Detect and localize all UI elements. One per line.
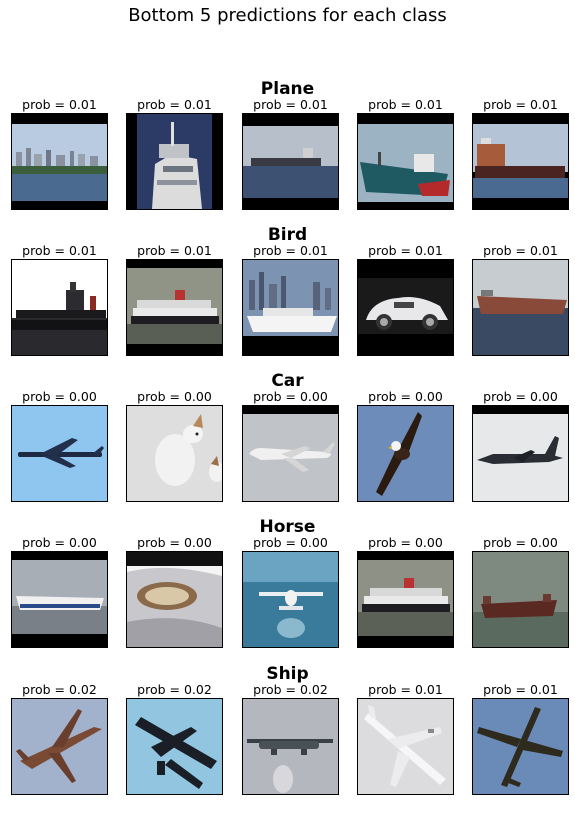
class-title: Ship xyxy=(266,664,309,684)
thumbnail-image xyxy=(357,551,454,648)
probability-label: prob = 0.00 xyxy=(368,389,443,404)
probability-label: prob = 0.00 xyxy=(137,389,212,404)
thumbnail-image xyxy=(11,113,108,210)
prediction-cell: prob = 0.02 xyxy=(242,682,339,795)
probability-label: prob = 0.02 xyxy=(22,682,97,697)
probability-label: prob = 0.00 xyxy=(483,535,558,550)
prediction-cell: prob = 0.01 xyxy=(11,97,108,210)
prediction-cell: prob = 0.00 xyxy=(472,389,569,502)
probability-label: prob = 0.01 xyxy=(22,97,97,112)
figure-title: Bottom 5 predictions for each class xyxy=(128,5,447,26)
thumbnail-image xyxy=(11,259,108,356)
thumbnail-image xyxy=(242,259,339,356)
thumbnail-image xyxy=(126,405,223,502)
probability-label: prob = 0.00 xyxy=(368,535,443,550)
probability-label: prob = 0.01 xyxy=(253,243,328,258)
prediction-cell: prob = 0.00 xyxy=(242,389,339,502)
thumbnail-image xyxy=(242,551,339,648)
prediction-cell: prob = 0.01 xyxy=(472,682,569,795)
thumbnail-image xyxy=(472,551,569,648)
thumbnail-image xyxy=(11,698,108,795)
prediction-cell: prob = 0.01 xyxy=(357,682,454,795)
thumbnail-image xyxy=(126,551,223,648)
prediction-cell: prob = 0.00 xyxy=(11,535,108,648)
prediction-cell: prob = 0.01 xyxy=(472,243,569,356)
class-row-plane: Plane prob = 0.01 prob = 0.01 prob = 0.0… xyxy=(0,79,575,225)
class-row-car: Car prob = 0.00 prob = 0.00 prob = 0.00 … xyxy=(0,371,575,517)
thumbnail-image xyxy=(126,113,223,210)
probability-label: prob = 0.01 xyxy=(483,243,558,258)
prediction-cell: prob = 0.00 xyxy=(126,389,223,502)
probability-label: prob = 0.00 xyxy=(253,389,328,404)
probability-label: prob = 0.01 xyxy=(253,97,328,112)
prediction-cell: prob = 0.02 xyxy=(11,682,108,795)
prediction-cell: prob = 0.01 xyxy=(357,243,454,356)
probability-label: prob = 0.00 xyxy=(253,535,328,550)
probability-label: prob = 0.02 xyxy=(253,682,328,697)
thumbnail-image xyxy=(11,551,108,648)
prediction-cell: prob = 0.01 xyxy=(357,97,454,210)
thumbnail-image xyxy=(357,698,454,795)
thumbnail-image xyxy=(242,698,339,795)
thumbnail-image xyxy=(357,113,454,210)
probability-label: prob = 0.01 xyxy=(483,682,558,697)
thumbnail-image xyxy=(357,259,454,356)
probability-label: prob = 0.01 xyxy=(368,97,443,112)
probability-label: prob = 0.01 xyxy=(137,243,212,258)
probability-label: prob = 0.02 xyxy=(137,682,212,697)
probability-label: prob = 0.01 xyxy=(368,682,443,697)
thumbnail-image xyxy=(242,113,339,210)
class-row-bird: Bird prob = 0.01 prob = 0.01 prob = 0.01… xyxy=(0,225,575,371)
class-title: Bird xyxy=(267,225,308,245)
prediction-cell: prob = 0.01 xyxy=(11,243,108,356)
probability-label: prob = 0.00 xyxy=(483,389,558,404)
prediction-cell: prob = 0.01 xyxy=(126,243,223,356)
class-row-ship: Ship prob = 0.02 prob = 0.02 prob = 0.02… xyxy=(0,664,575,810)
thumbnail-image xyxy=(472,113,569,210)
prediction-cell: prob = 0.01 xyxy=(242,97,339,210)
thumbnail-image xyxy=(242,405,339,502)
prediction-cell: prob = 0.00 xyxy=(472,535,569,648)
prediction-cell: prob = 0.02 xyxy=(126,682,223,795)
prediction-cell: prob = 0.01 xyxy=(472,97,569,210)
probability-label: prob = 0.01 xyxy=(483,97,558,112)
thumbnail-image xyxy=(472,259,569,356)
thumbnail-image xyxy=(126,259,223,356)
thumbnail-image xyxy=(357,405,454,502)
prediction-cell: prob = 0.01 xyxy=(242,243,339,356)
probability-label: prob = 0.01 xyxy=(22,243,97,258)
class-title: Car xyxy=(271,371,304,391)
probability-label: prob = 0.01 xyxy=(368,243,443,258)
thumbnail-image xyxy=(11,405,108,502)
prediction-cell: prob = 0.00 xyxy=(357,389,454,502)
thumbnail-image xyxy=(472,405,569,502)
probability-label: prob = 0.00 xyxy=(137,535,212,550)
class-title: Horse xyxy=(259,517,316,537)
thumbnail-image xyxy=(472,698,569,795)
class-title: Plane xyxy=(260,79,315,99)
prediction-cell: prob = 0.01 xyxy=(126,97,223,210)
class-row-horse: Horse prob = 0.00 prob = 0.00 prob = 0.0… xyxy=(0,517,575,663)
probability-label: prob = 0.00 xyxy=(22,389,97,404)
prediction-cell: prob = 0.00 xyxy=(357,535,454,648)
probability-label: prob = 0.01 xyxy=(137,97,212,112)
prediction-cell: prob = 0.00 xyxy=(126,535,223,648)
prediction-cell: prob = 0.00 xyxy=(11,389,108,502)
prediction-cell: prob = 0.00 xyxy=(242,535,339,648)
probability-label: prob = 0.00 xyxy=(22,535,97,550)
thumbnail-image xyxy=(126,698,223,795)
